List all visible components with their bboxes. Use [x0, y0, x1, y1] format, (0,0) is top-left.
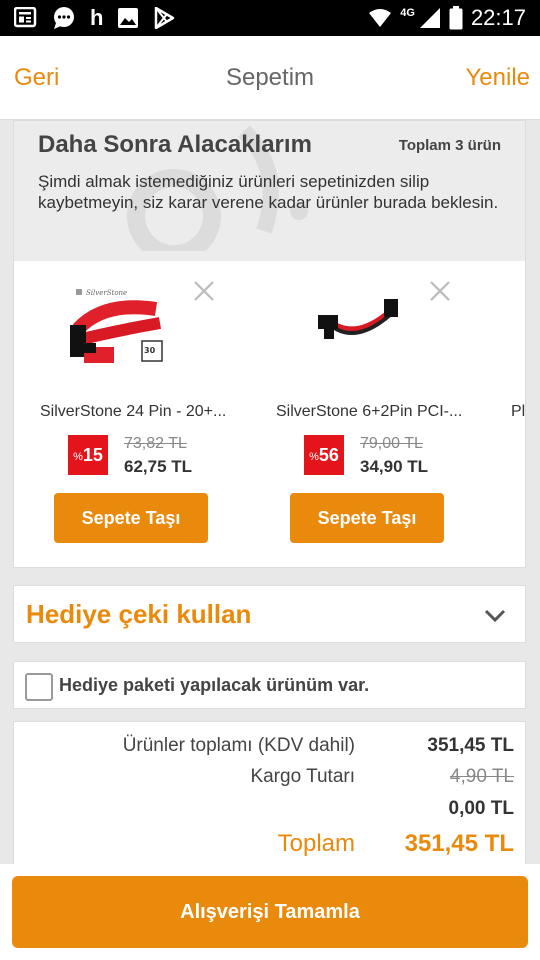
close-icon[interactable]: [428, 279, 452, 303]
current-price: 34,90 TL: [360, 457, 429, 476]
gift-voucher-accordion[interactable]: Hediye çeki kullan: [13, 585, 526, 643]
close-icon[interactable]: [192, 279, 216, 303]
image-badge-text: 30: [144, 346, 156, 355]
move-to-cart-button[interactable]: Sepete Taşı: [54, 493, 208, 543]
chevron-down-icon[interactable]: [483, 604, 507, 628]
page-title: Sepetim: [225, 64, 315, 91]
checkout-button[interactable]: Alışverişi Tamamla: [12, 876, 528, 948]
play-store-icon: [153, 7, 175, 29]
shipping-label: Kargo Tutarı: [250, 766, 355, 787]
refresh-button[interactable]: Yenile: [465, 64, 530, 92]
network-type: 4G: [400, 7, 415, 19]
section-description: Şimdi almak istemediğiniz ürünleri sepet…: [38, 172, 499, 212]
checkout-bar: Alışverişi Tamamla: [0, 864, 540, 960]
old-price: 79,00 TL: [360, 435, 423, 452]
clock: 22:17: [470, 5, 526, 30]
product-name[interactable]: SilverStone 24 Pin - 20+...: [40, 403, 230, 421]
battery-icon: [449, 6, 463, 30]
item-count: Toplam 3 ürün: [398, 137, 501, 154]
section-title: Daha Sonra Alacaklarım: [38, 131, 312, 158]
gift-package-option[interactable]: Hediye paketi yapılacak ürünüm var.: [13, 661, 526, 709]
image-brand-text: SilverStone: [86, 289, 127, 297]
gift-package-checkbox[interactable]: [25, 673, 53, 701]
newspaper-icon: [14, 7, 38, 29]
order-summary: Ürünler toplamı (KDV dahil) 351,45 TL Ka…: [13, 721, 526, 866]
total-label: Toplam: [277, 830, 355, 857]
shipping-value: 0,00 TL: [448, 798, 514, 819]
signal-icon: [419, 7, 441, 29]
product-image[interactable]: SilverStone 30: [64, 281, 184, 391]
products-total-label: Ürünler toplamı (KDV dahil): [122, 735, 355, 756]
saved-for-later-section: Daha Sonra Alacaklarım Toplam 3 ürün Şim…: [13, 120, 526, 568]
carrier-letter: h: [90, 5, 104, 30]
discount-badge: % 56: [304, 435, 344, 475]
old-price: 73,82 TL: [124, 435, 187, 452]
wifi-icon: [368, 8, 392, 28]
product-name[interactable]: SilverStone 6+2Pin PCI-...: [276, 403, 466, 421]
status-bar: h 4G 22:17: [0, 0, 540, 36]
product-card: SilverStone 6+2Pin PCI-... % 56 79,00 TL…: [250, 261, 480, 567]
image-icon: [117, 7, 139, 29]
move-to-cart-button[interactable]: Sepete Taşı: [290, 493, 444, 543]
move-to-cart-button-partial[interactable]: [525, 493, 526, 543]
gift-package-label: Hediye paketi yapılacak ürünüm var.: [59, 675, 370, 695]
app-header: Geri Sepetim Yenile: [0, 36, 540, 120]
product-image[interactable]: [300, 281, 420, 391]
products-total-value: 351,45 TL: [427, 735, 514, 756]
saved-for-later-header: Daha Sonra Alacaklarım Toplam 3 ürün Şim…: [14, 121, 525, 261]
total-value: 351,45 TL: [404, 830, 514, 857]
chat-bubble-icon: [52, 6, 76, 30]
product-card: SilverStone 30 SilverStone 24 Pin - 20+.…: [14, 261, 244, 567]
shipping-old-value: 4,90 TL: [449, 766, 514, 787]
discount-badge: % 15: [68, 435, 108, 475]
saved-products-carousel[interactable]: SilverStone 30 SilverStone 24 Pin - 20+.…: [14, 261, 526, 567]
product-name-partial[interactable]: Pl: [511, 403, 525, 421]
current-price: 62,75 TL: [124, 457, 193, 476]
gift-voucher-label: Hediye çeki kullan: [26, 599, 252, 629]
